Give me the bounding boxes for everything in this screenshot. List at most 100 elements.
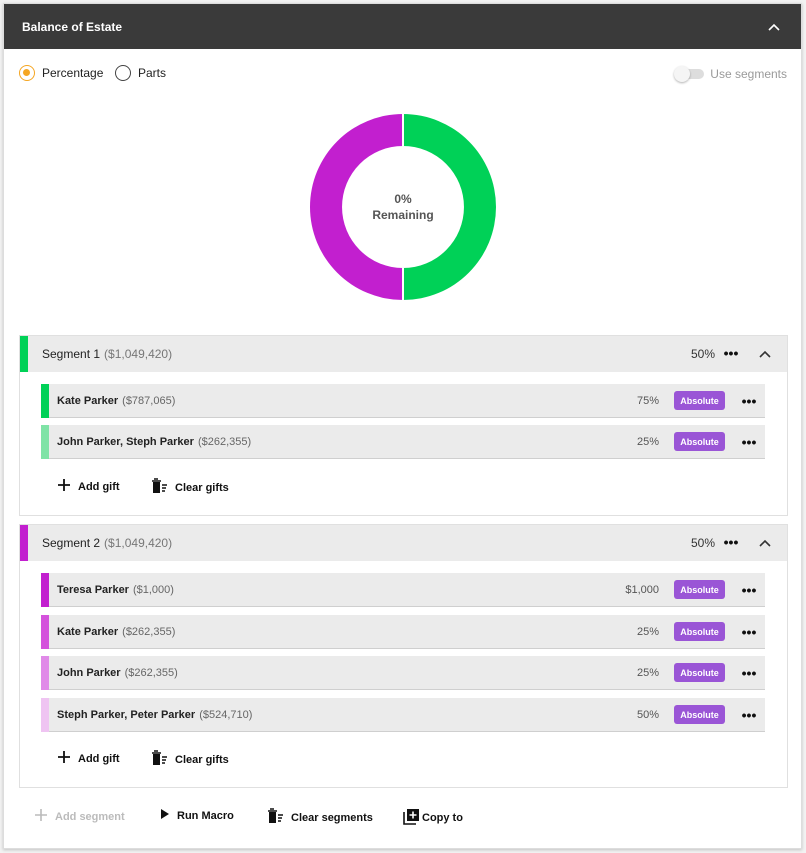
segment-1-more-icon[interactable]: •••: [721, 346, 741, 360]
gift-name: Kate Parker: [57, 625, 119, 638]
clear-segments-button[interactable]: Clear segments: [267, 808, 373, 827]
plus-icon: [57, 478, 71, 495]
clear-segments-label: Clear segments: [291, 811, 373, 824]
gift-amount: ($262,355): [122, 625, 176, 638]
radio-parts-label: Parts: [138, 66, 167, 80]
radio-parts-icon: [115, 65, 131, 81]
options-row: Percentage Parts Use segments: [4, 49, 801, 99]
radio-parts[interactable]: Parts: [115, 65, 166, 81]
gift-row[interactable]: John Parker ($262,355) 25% Absolute •••: [41, 655, 765, 690]
gift-color-bar: [41, 383, 49, 418]
gift-amount: ($524,710): [199, 708, 253, 721]
segment-2-color-bar: [20, 525, 28, 561]
segment-1-amount: ($1,049,420): [104, 347, 173, 361]
balance-of-estate-panel: Balance of Estate Percentage Parts Use s…: [3, 3, 802, 849]
gift-name: Kate Parker: [57, 394, 119, 407]
play-icon: [160, 808, 170, 823]
gift-name: Teresa Parker: [57, 583, 129, 596]
copy-to-button[interactable]: Copy to: [403, 808, 463, 828]
segment-1-color-bar: [20, 336, 28, 372]
gift-name: John Parker, Steph Parker: [57, 435, 194, 448]
gift-value: 50%: [636, 708, 659, 721]
panel-header[interactable]: Balance of Estate: [4, 4, 801, 49]
use-segments-label: Use segments: [710, 67, 787, 81]
toggle-switch-icon: [674, 66, 705, 82]
add-segment-button[interactable]: Add segment: [34, 808, 125, 825]
segment-1-header[interactable]: Segment 1 ($1,049,420) 50% •••: [20, 336, 787, 372]
gift-more-icon[interactable]: •••: [739, 666, 759, 680]
gift-value: 25%: [636, 625, 659, 638]
absolute-badge[interactable]: Absolute: [674, 705, 725, 724]
segment-2-pct: 50%: [690, 536, 715, 550]
plus-icon: [34, 808, 48, 825]
add-gift-label: Add gift: [78, 480, 120, 493]
gift-amount: ($787,065): [122, 394, 176, 407]
absolute-badge[interactable]: Absolute: [674, 580, 725, 599]
absolute-badge[interactable]: Absolute: [674, 663, 725, 682]
gift-value: 25%: [636, 435, 659, 448]
plus-icon: [57, 750, 71, 767]
segment-1: Segment 1 ($1,049,420) 50% ••• Kate Park…: [19, 335, 788, 516]
gift-color-bar: [41, 424, 49, 459]
donut-center-pct: 0%: [394, 192, 412, 206]
trash-list-icon: [151, 750, 168, 769]
add-gift-button[interactable]: Add gift: [57, 750, 120, 767]
clear-gifts-label: Clear gifts: [175, 481, 229, 494]
trash-list-icon: [151, 478, 168, 497]
segment-2-header[interactable]: Segment 2 ($1,049,420) 50% •••: [20, 525, 787, 561]
gift-row[interactable]: Teresa Parker ($1,000) $1,000 Absolute •…: [41, 572, 765, 607]
gift-value: 75%: [636, 394, 659, 407]
gift-value: $1,000: [625, 583, 659, 596]
clear-gifts-button[interactable]: Clear gifts: [151, 478, 229, 497]
gift-more-icon[interactable]: •••: [739, 625, 759, 639]
gift-more-icon[interactable]: •••: [739, 708, 759, 722]
panel-title: Balance of Estate: [22, 19, 123, 34]
donut-center-label: Remaining: [372, 208, 434, 222]
gift-name: Steph Parker, Peter Parker: [57, 708, 196, 721]
gift-row[interactable]: Steph Parker, Peter Parker ($524,710) 50…: [41, 697, 765, 732]
absolute-badge[interactable]: Absolute: [674, 432, 725, 451]
gift-name: John Parker: [57, 666, 121, 679]
radio-percentage[interactable]: Percentage: [19, 65, 103, 81]
radio-percentage-icon: [19, 65, 35, 81]
absolute-badge[interactable]: Absolute: [674, 391, 725, 410]
add-gift-button[interactable]: Add gift: [57, 478, 120, 495]
copy-to-label: Copy to: [422, 812, 463, 824]
gift-more-icon[interactable]: •••: [739, 394, 759, 408]
radio-percentage-label: Percentage: [42, 66, 104, 80]
use-segments-toggle[interactable]: Use segments: [674, 66, 787, 82]
donut-chart: 0% Remaining: [308, 112, 498, 302]
segment-2-name: Segment 2: [42, 536, 101, 550]
segment-1-name: Segment 1: [42, 347, 101, 361]
gift-amount: ($262,355): [124, 666, 178, 679]
copy-plus-icon: [403, 808, 420, 828]
run-macro-button[interactable]: Run Macro: [160, 808, 234, 823]
segment-2-more-icon[interactable]: •••: [721, 535, 741, 549]
donut-center: 0% Remaining: [308, 112, 498, 302]
add-gift-label: Add gift: [78, 752, 120, 765]
gift-more-icon[interactable]: •••: [739, 583, 759, 597]
clear-gifts-label: Clear gifts: [175, 753, 229, 766]
segment-2: Segment 2 ($1,049,420) 50% ••• Teresa Pa…: [19, 524, 788, 788]
clear-gifts-button[interactable]: Clear gifts: [151, 750, 229, 769]
add-segment-label: Add segment: [55, 810, 125, 823]
absolute-badge[interactable]: Absolute: [674, 622, 725, 641]
gift-amount: ($262,355): [197, 435, 252, 448]
gift-row[interactable]: Kate Parker ($787,065) 75% Absolute •••: [41, 383, 765, 418]
gift-row[interactable]: Kate Parker ($262,355) 25% Absolute •••: [41, 614, 765, 649]
run-macro-label: Run Macro: [177, 809, 234, 822]
gift-color-bar: [41, 697, 49, 732]
trash-list-icon: [267, 808, 284, 827]
segment-2-amount: ($1,049,420): [104, 536, 173, 550]
segment-2-chevron-icon[interactable]: [759, 534, 771, 552]
gift-row[interactable]: John Parker, Steph Parker ($262,355) 25%…: [41, 424, 765, 459]
collapse-chevron-icon[interactable]: [765, 18, 783, 36]
segment-1-pct: 50%: [690, 347, 715, 361]
gift-value: 25%: [636, 666, 659, 679]
gift-more-icon[interactable]: •••: [739, 435, 759, 449]
gift-amount: ($1,000): [132, 583, 174, 596]
gift-color-bar: [41, 655, 49, 690]
segment-1-chevron-icon[interactable]: [759, 345, 771, 363]
gift-color-bar: [41, 614, 49, 649]
gift-color-bar: [41, 572, 49, 607]
